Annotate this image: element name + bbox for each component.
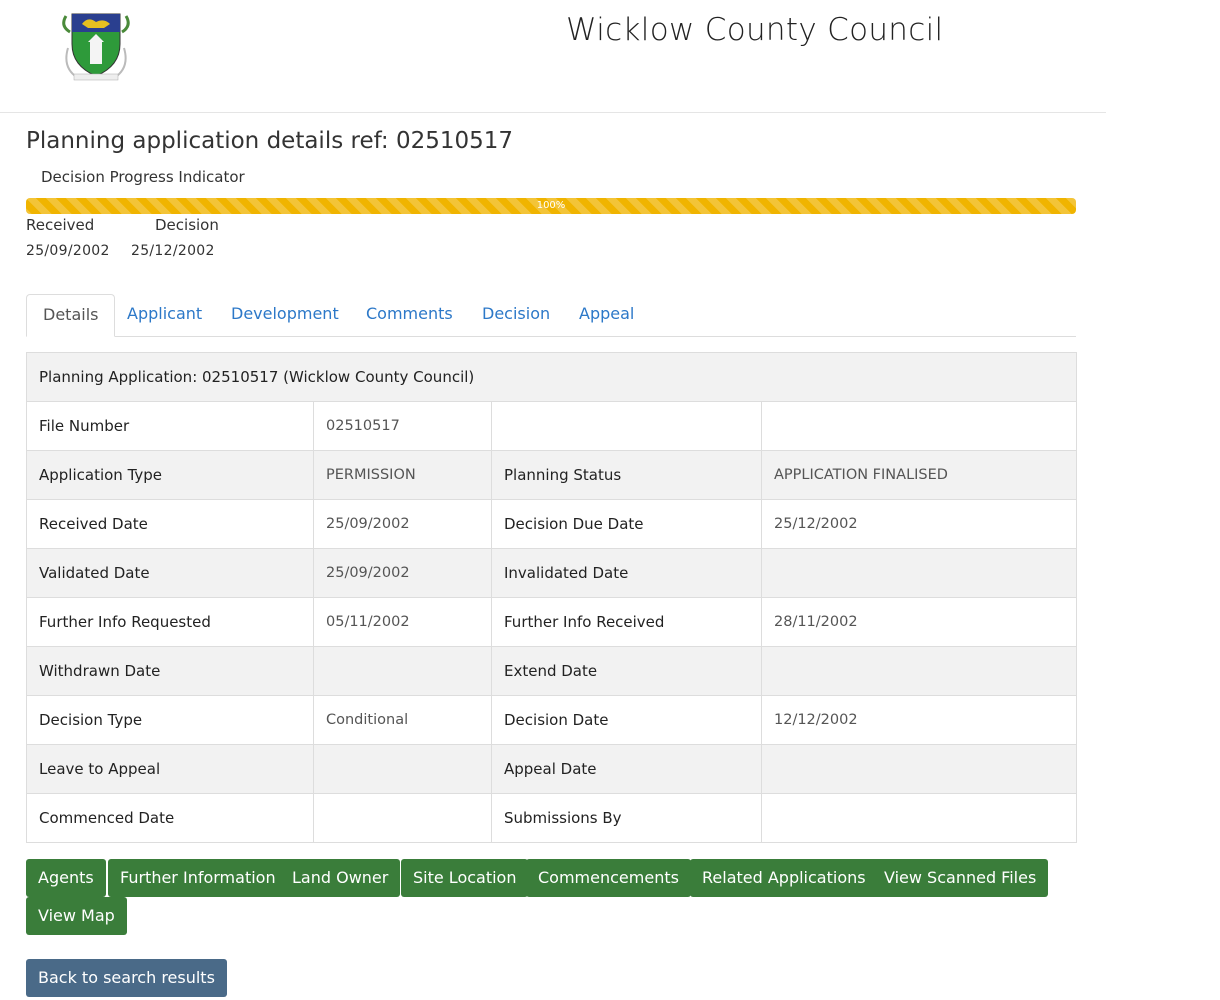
tab-applicant[interactable]: Applicant — [111, 294, 218, 335]
field-label: Further Info Received — [491, 597, 762, 647]
field-value: 02510517 — [313, 401, 492, 451]
decision-progress-bar: 100% — [26, 198, 1076, 214]
field-value — [313, 646, 492, 696]
field-value: APPLICATION FINALISED — [760, 450, 1078, 500]
table-caption-row: Planning Application: 02510517 (Wicklow … — [25, 352, 1078, 402]
field-value — [760, 793, 1078, 843]
related-applications-button[interactable]: Related Applications — [690, 859, 878, 897]
field-label: Received Date — [26, 499, 314, 549]
field-label: Commenced Date — [26, 793, 314, 843]
table-row: Validated Date 25/09/2002 Invalidated Date — [26, 548, 1078, 598]
milestone-date: 25/12/2002 — [131, 243, 215, 259]
milestone-date: 25/09/2002 — [26, 243, 110, 259]
site-location-button[interactable]: Site Location — [401, 859, 529, 897]
tab-details[interactable]: Details — [26, 294, 116, 337]
field-label: Decision Type — [26, 695, 314, 745]
field-value: 25/12/2002 — [760, 499, 1078, 549]
table-row: Received Date 25/09/2002 Decision Due Date… — [26, 499, 1078, 549]
agents-button[interactable]: Agents — [26, 859, 106, 897]
application-details-table: Planning Application: 02510517 (Wicklow … — [25, 352, 1078, 843]
back-to-search-button[interactable]: Back to search results — [26, 959, 227, 997]
field-value: 28/11/2002 — [760, 597, 1078, 647]
milestone-received: Received 25/09/2002 — [26, 216, 110, 259]
field-value: Conditional — [313, 695, 492, 745]
further-information-button[interactable]: Further Information — [108, 859, 288, 897]
field-label: Further Info Requested — [26, 597, 314, 647]
detail-tabs: Details Applicant Development Comments D… — [26, 294, 1076, 337]
tab-appeal[interactable]: Appeal — [563, 294, 650, 335]
table-row: File Number 02510517 — [26, 401, 1078, 451]
field-label: Submissions By — [491, 793, 762, 843]
field-value — [760, 548, 1078, 598]
field-label: Appeal Date — [491, 744, 762, 794]
table-caption: Planning Application: 02510517 (Wicklow … — [25, 352, 1078, 402]
table-row: Commenced Date Submissions By — [26, 793, 1078, 843]
field-label: Validated Date — [26, 548, 314, 598]
tab-development[interactable]: Development — [215, 294, 355, 335]
commencements-button[interactable]: Commencements — [526, 859, 691, 897]
table-row: Withdrawn Date Extend Date — [26, 646, 1078, 696]
field-label: Decision Date — [491, 695, 762, 745]
field-value — [760, 744, 1078, 794]
milestone-decision: Decision 25/12/2002 — [131, 216, 219, 259]
progress-fill: 100% — [26, 198, 1076, 214]
field-value: PERMISSION — [313, 450, 492, 500]
field-value: 12/12/2002 — [760, 695, 1078, 745]
field-value — [313, 744, 492, 794]
field-label — [491, 401, 762, 451]
field-value — [313, 793, 492, 843]
field-label: Invalidated Date — [491, 548, 762, 598]
field-value — [760, 401, 1078, 451]
view-scanned-files-button[interactable]: View Scanned Files — [872, 859, 1049, 897]
field-value: 05/11/2002 — [313, 597, 492, 647]
field-label: Extend Date — [491, 646, 762, 696]
tab-decision[interactable]: Decision — [466, 294, 566, 335]
council-crest-logo[interactable] — [58, 8, 134, 84]
field-value: 25/09/2002 — [313, 499, 492, 549]
council-title: Wicklow County Council — [566, 12, 944, 48]
land-owner-button[interactable]: Land Owner — [280, 859, 401, 897]
field-label: File Number — [26, 401, 314, 451]
tab-comments[interactable]: Comments — [350, 294, 469, 335]
table-row: Further Info Requested 05/11/2002 Further … — [26, 597, 1078, 647]
field-value: 25/09/2002 — [313, 548, 492, 598]
field-label: Application Type — [26, 450, 314, 500]
field-label: Leave to Appeal — [26, 744, 314, 794]
field-value — [760, 646, 1078, 696]
progress-label: Decision Progress Indicator — [41, 168, 245, 186]
view-map-button[interactable]: View Map — [26, 897, 127, 935]
field-label: Decision Due Date — [491, 499, 762, 549]
milestone-label: Received — [26, 216, 95, 234]
milestone-label: Decision — [155, 216, 219, 234]
table-row: Application Type PERMISSION Planning Statu… — [26, 450, 1078, 500]
table-row: Decision Type Conditional Decision Date 12/… — [26, 695, 1078, 745]
field-label: Planning Status — [491, 450, 762, 500]
field-label: Withdrawn Date — [26, 646, 314, 696]
site-header: Wicklow County Council — [0, 0, 1106, 113]
page-title: Planning application details ref: 025105… — [26, 128, 514, 154]
table-row: Leave to Appeal Appeal Date — [26, 744, 1078, 794]
